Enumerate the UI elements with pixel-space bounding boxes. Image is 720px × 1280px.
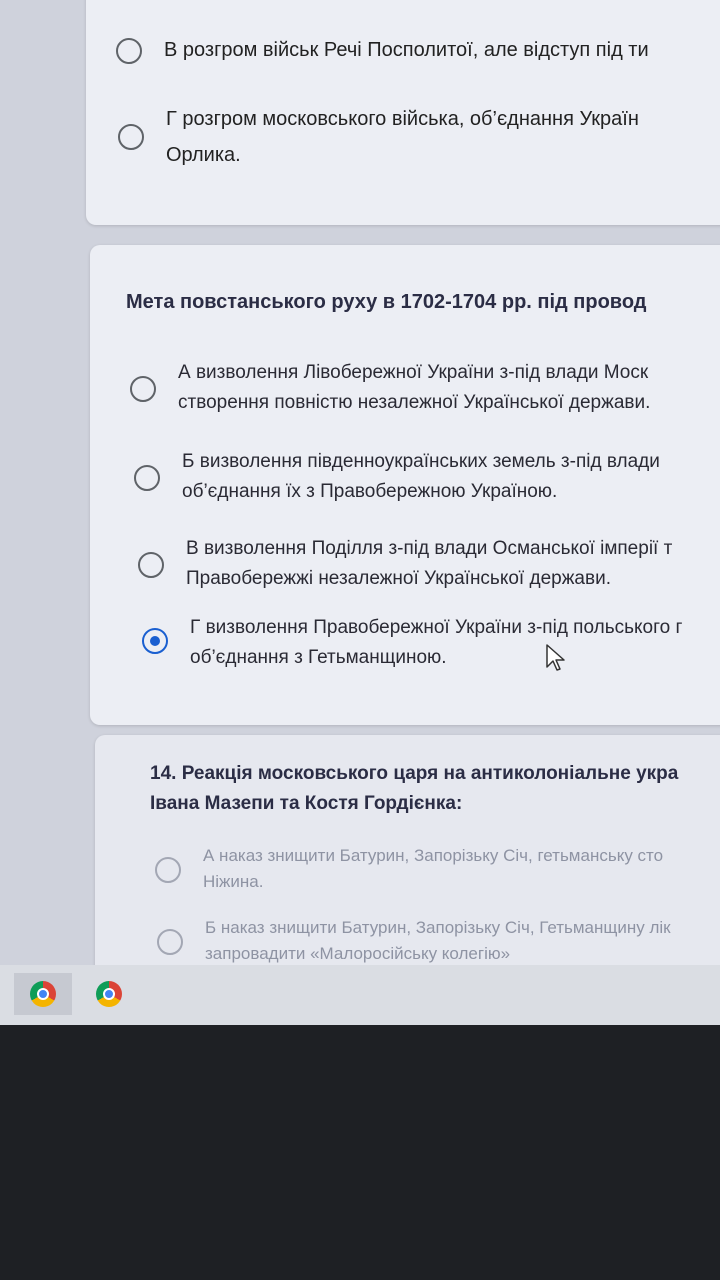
option-label-line1: Б визволення південноукраїнських земель … [182, 451, 660, 472]
option-a[interactable]: А наказ знищити Батурин, Запорізьку Січ,… [95, 843, 720, 895]
option-g[interactable]: Г визволення Правобережної України з-під… [90, 613, 720, 673]
option-label-line1: Г визволення Правобережної України з-під… [190, 617, 683, 638]
monitor-bezel [0, 1025, 720, 1280]
option-v[interactable]: В визволення Поділля з-під влади Османсь… [90, 534, 720, 594]
option-label-line1: А визволення Лівобережної України з-під … [178, 362, 649, 383]
taskbar-chrome-button[interactable] [14, 973, 72, 1015]
radio-button-selected[interactable] [142, 628, 168, 654]
radio-button[interactable] [138, 552, 164, 578]
question-card-13: Мета повстанського руху в 1702-1704 рр. … [90, 245, 720, 725]
question-title-line1: 14. Реакція московського царя на антикол… [150, 763, 679, 784]
radio-button[interactable] [118, 124, 144, 150]
option-label-line1: Б наказ знищити Батурин, Запорізьку Січ,… [205, 918, 671, 937]
mouse-cursor-icon [546, 644, 565, 671]
option-label-line2: запровадити «Малоросійську колегію» [205, 944, 511, 963]
option-label-line2: Правобережжі незалежної Української держ… [186, 568, 611, 589]
option-v[interactable]: В розгром військ Речі Посполитої, але ві… [86, 38, 720, 65]
option-label-line1: А наказ знищити Батурин, Запорізьку Січ,… [203, 846, 664, 865]
radio-selected-dot [150, 636, 160, 646]
option-label-line2: Орлика. [166, 144, 241, 166]
option-label-line2: об’єднання їх з Правобережною Україною. [182, 481, 558, 502]
option-b[interactable]: Б наказ знищити Батурин, Запорізьку Січ,… [95, 915, 720, 967]
option-label-line1: Г розгром московського війська, об’єднан… [166, 108, 639, 130]
option-a[interactable]: А визволення Лівобережної України з-під … [90, 358, 720, 418]
radio-button[interactable] [134, 465, 160, 491]
chrome-icon [30, 981, 56, 1007]
option-g[interactable]: Г розгром московського війська, об’єднан… [86, 104, 720, 170]
question-card-14: 14. Реакція московського царя на антикол… [95, 735, 720, 975]
radio-button[interactable] [157, 929, 183, 955]
taskbar-chrome-profile-button[interactable] [80, 973, 138, 1015]
radio-button[interactable] [130, 376, 156, 402]
taskbar [0, 965, 720, 1025]
option-label-line1: В визволення Поділля з-під влади Османсь… [186, 538, 673, 559]
question-title: Мета повстанського руху в 1702-1704 рр. … [126, 291, 647, 313]
browser-viewport: В розгром військ Речі Посполитої, але ві… [0, 0, 720, 975]
option-label: В розгром військ Речі Посполитої, але ві… [164, 39, 649, 61]
radio-button[interactable] [155, 857, 181, 883]
option-label-line2: об’єднання з Гетьманщиною. [190, 647, 447, 668]
option-label-line2: створення повністю незалежної Українсько… [178, 392, 651, 413]
option-label-line2: Ніжина. [203, 872, 264, 891]
question-title-line2: Івана Мазепи та Костя Гордієнка: [150, 793, 463, 814]
radio-button[interactable] [116, 38, 142, 64]
question-card-12: В розгром військ Речі Посполитої, але ві… [86, 0, 720, 225]
chrome-profile-icon [96, 981, 122, 1007]
option-b[interactable]: Б визволення південноукраїнських земель … [90, 447, 720, 507]
